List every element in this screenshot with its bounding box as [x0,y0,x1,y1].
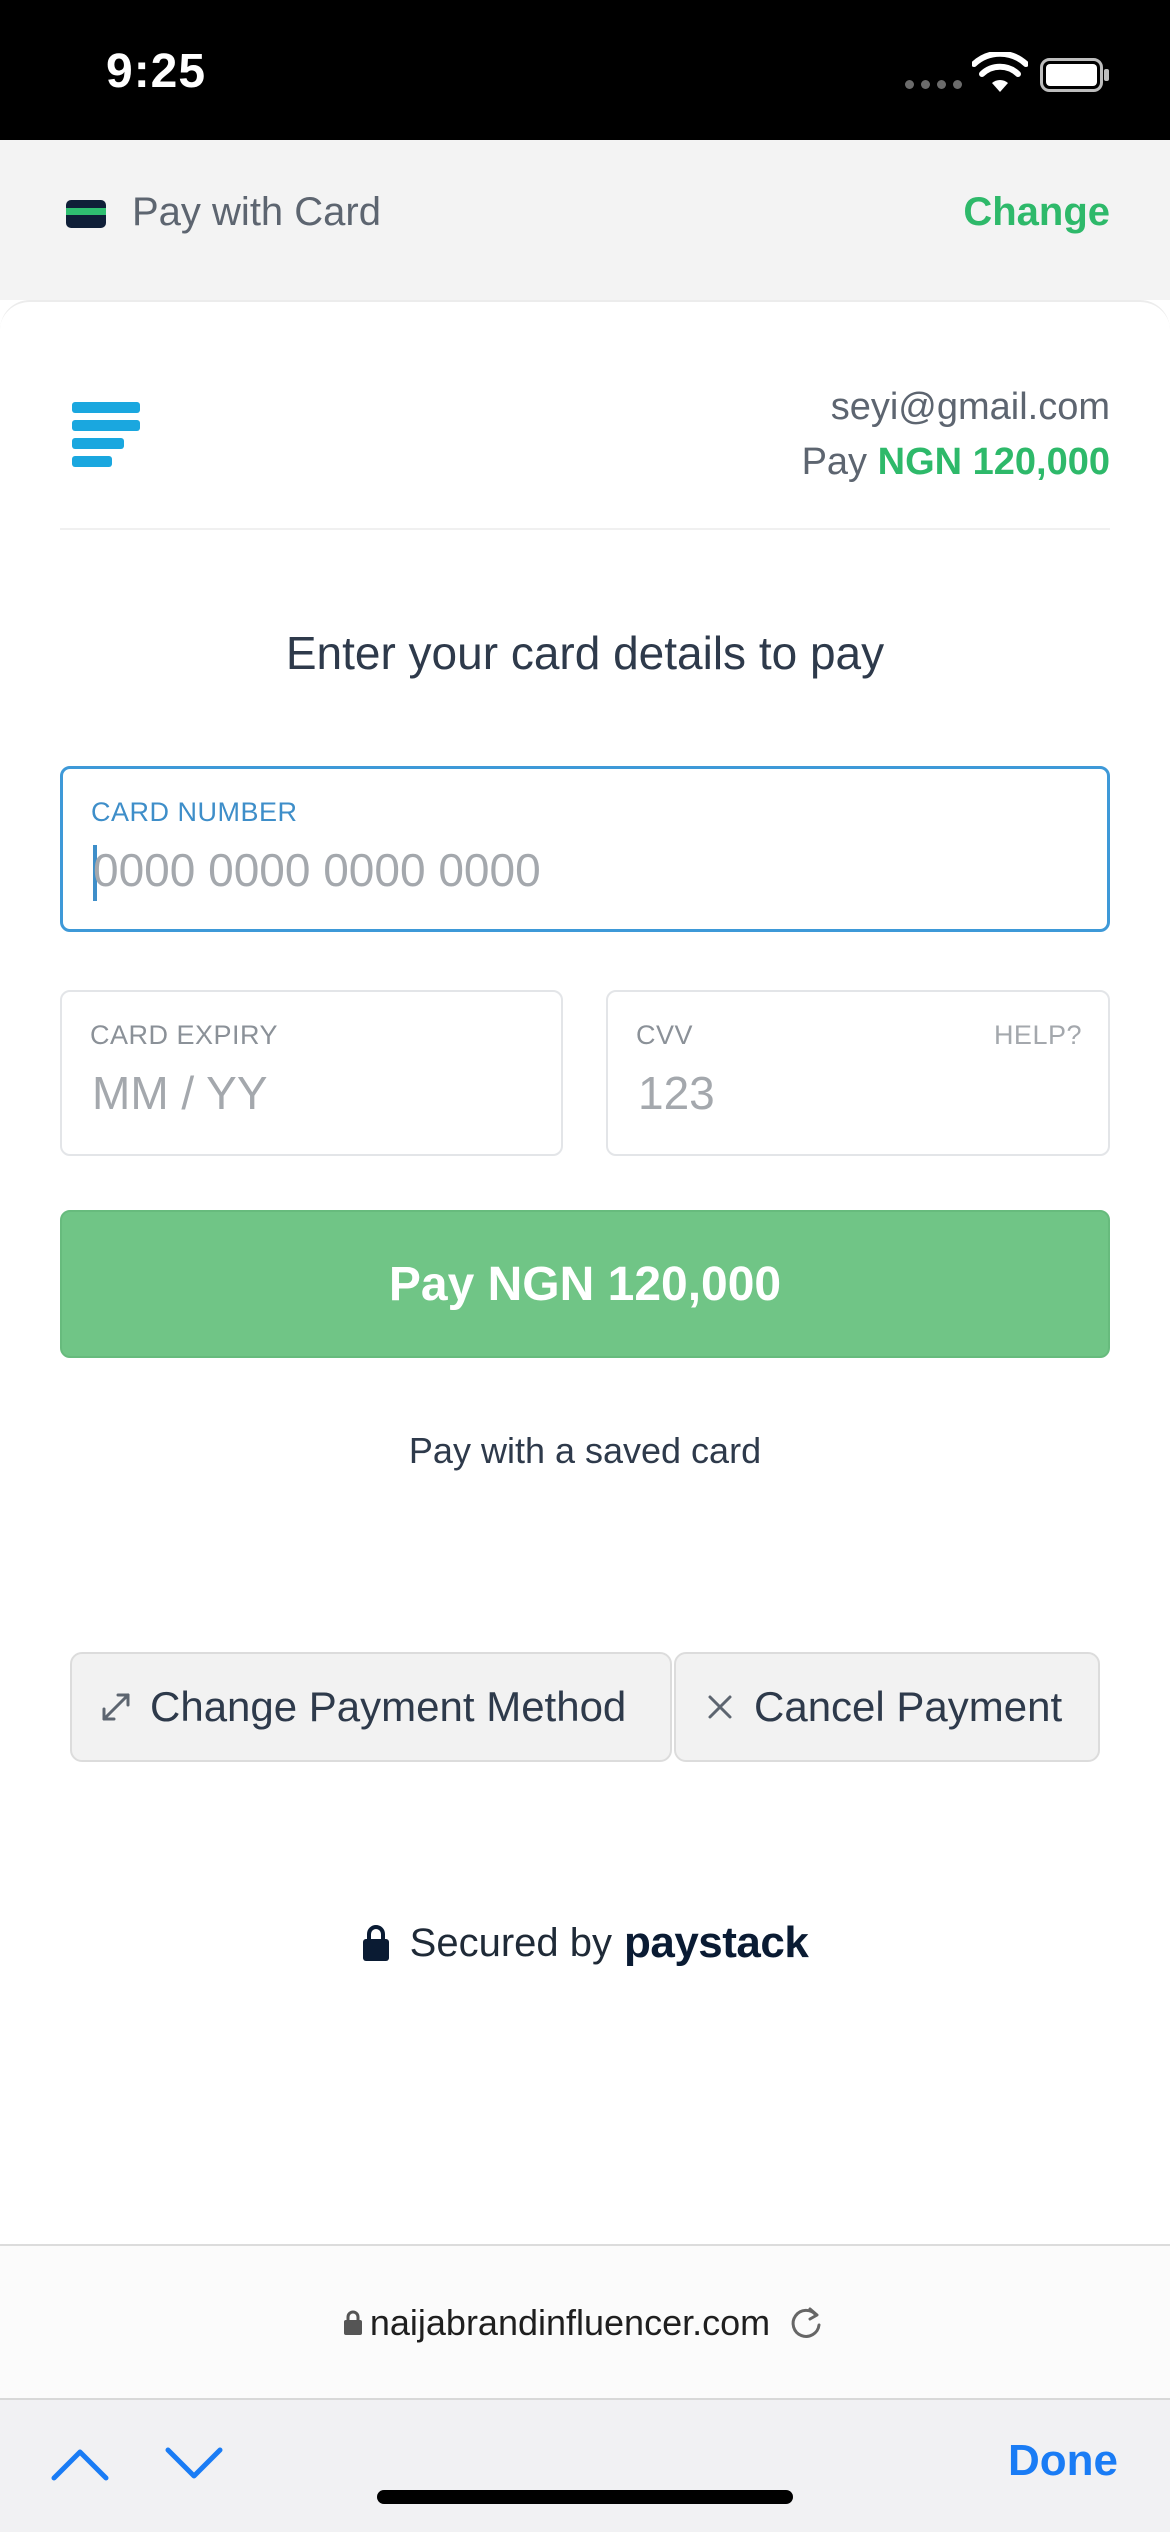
cvv-field[interactable]: CVV HELP? [606,990,1110,1156]
credit-card-icon [66,200,106,228]
cvv-help-link[interactable]: HELP? [994,1020,1082,1051]
customer-email: seyi@gmail.com [830,386,1110,428]
pay-button[interactable]: Pay NGN 120,000 [60,1210,1110,1358]
lock-icon [343,2310,362,2335]
checkout-card: seyi@gmail.com Pay NGN 120,000 Enter you… [0,300,1170,1600]
payment-method-header: Pay with Card Change [0,140,1170,300]
paystack-logo: paystack [623,1918,809,1967]
payment-amount: Pay NGN 120,000 [802,441,1110,484]
browser-url-bar[interactable]: naijabrandinfluencer.com [0,2244,1170,2398]
cancel-payment-button[interactable]: Cancel Payment [674,1652,1100,1762]
card-number-input[interactable] [93,843,1077,897]
pay-prefix: Pay [801,441,868,483]
payment-actions: Change Payment Method Cancel Payment Sec… [0,1600,1170,2236]
swap-arrows-icon [102,1693,130,1721]
done-button[interactable]: Done [1008,2436,1118,2486]
close-icon [708,1695,732,1719]
saved-card-link[interactable]: Pay with a saved card [0,1430,1170,1472]
cancel-payment-label: Cancel Payment [754,1683,1063,1730]
home-indicator [377,2490,793,2504]
card-expiry-input[interactable] [92,1066,531,1120]
payment-method-title: Pay with Card [132,190,381,234]
change-method-link[interactable]: Change [963,190,1110,235]
card-expiry-field[interactable]: CARD EXPIRY [60,990,563,1156]
url-text: naijabrandinfluencer.com [369,2302,771,2343]
status-time: 9:25 [106,45,207,98]
secured-by-text: Secured by [409,1920,612,1965]
chevron-up-icon[interactable] [50,2444,110,2484]
reload-icon[interactable] [786,2303,826,2343]
change-payment-method-button[interactable]: Change Payment Method [70,1652,672,1762]
merchant-info: seyi@gmail.com Pay NGN 120,000 [802,386,1110,484]
card-expiry-label: CARD EXPIRY [90,1020,279,1050]
chevron-down-icon[interactable] [164,2444,224,2484]
card-number-field[interactable]: CARD NUMBER [60,766,1110,932]
form-navigation-toolbar: Done [0,2398,1170,2532]
secured-by-badge: Secured by paystack [0,1918,1170,1968]
change-payment-method-label: Change Payment Method [150,1683,627,1730]
amount-value: NGN 120,000 [877,441,1110,483]
form-heading: Enter your card details to pay [285,627,885,679]
url-display[interactable]: naijabrandinfluencer.com [0,2302,1170,2344]
status-bar: 9:25 [0,0,1170,140]
lock-icon [362,1925,389,1961]
cvv-input[interactable] [638,1066,1078,1120]
merchant-logo-icon [72,402,140,470]
card-number-label: CARD NUMBER [91,797,298,827]
battery-icon [1040,58,1109,92]
cellular-signal-icon [905,80,962,89]
cvv-label: CVV [636,1020,694,1050]
divider [60,528,1110,530]
wifi-icon [972,52,1028,92]
